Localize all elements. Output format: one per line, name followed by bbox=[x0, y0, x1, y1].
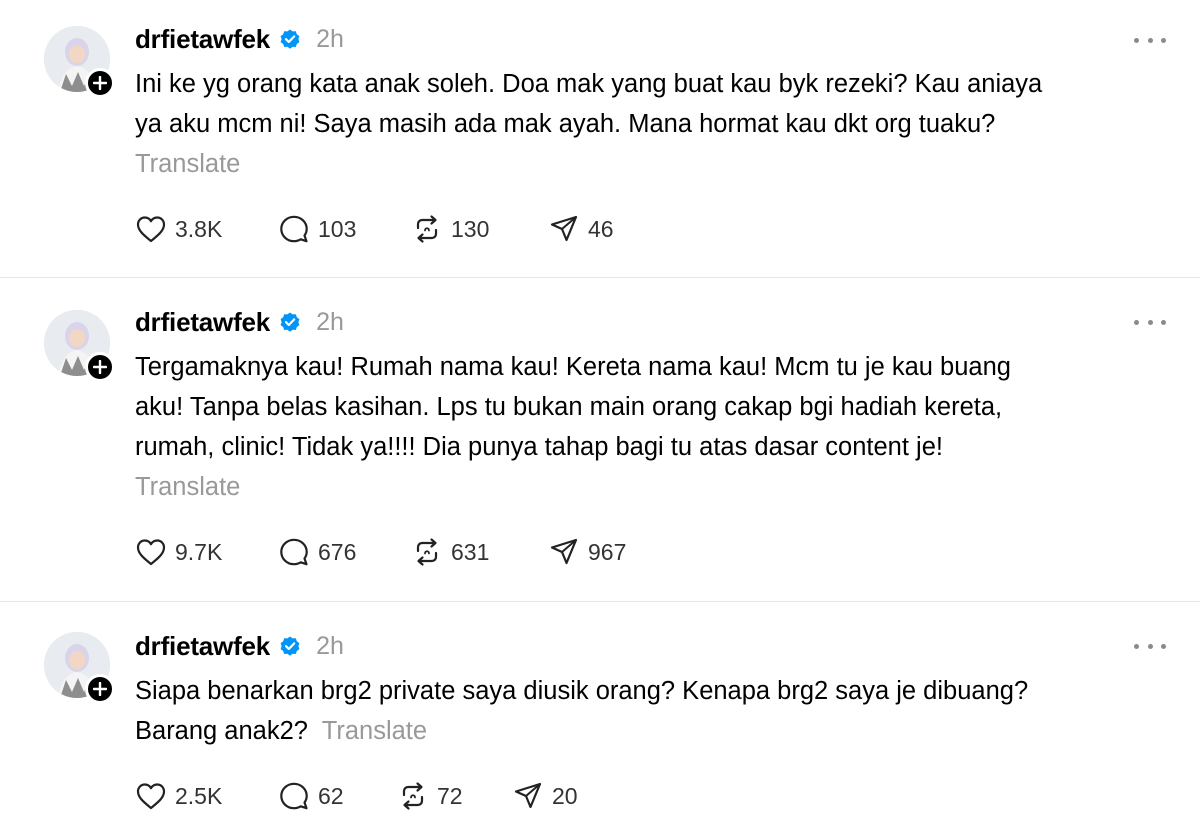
post-time: 2h bbox=[316, 631, 344, 660]
heart-icon bbox=[136, 783, 166, 810]
username[interactable]: drfietawfek bbox=[135, 631, 270, 662]
post-actions: 3.8K 103 130 46 bbox=[135, 212, 614, 246]
post-3[interactable]: drfietawfek 2h Siapa benarkan brg2 priva… bbox=[0, 602, 1200, 833]
verified-badge-icon bbox=[280, 636, 300, 656]
post-text-line: rumah, clinic! Tidak ya!!!! Dia punya ta… bbox=[135, 433, 943, 461]
post-text-line: Tergamaknya kau! Rumah nama kau! Kereta … bbox=[135, 353, 1011, 381]
share-button[interactable]: 46 bbox=[548, 212, 614, 246]
send-paper-plane-icon bbox=[550, 538, 578, 565]
follow-button[interactable] bbox=[85, 674, 115, 704]
avatar[interactable] bbox=[44, 26, 115, 98]
repost-count: 631 bbox=[451, 538, 490, 565]
follow-button[interactable] bbox=[85, 68, 115, 98]
username[interactable]: drfietawfek bbox=[135, 24, 270, 55]
comment-bubble-icon bbox=[280, 782, 308, 810]
post-text-line: aku! Tanpa belas kasihan. Lps tu bukan m… bbox=[135, 393, 1003, 421]
repost-arrows-icon bbox=[416, 538, 438, 566]
comment-bubble-icon bbox=[280, 215, 308, 243]
repost-arrows-icon bbox=[402, 782, 424, 810]
repost-arrows-icon bbox=[416, 215, 438, 243]
send-paper-plane-icon bbox=[514, 782, 542, 809]
post-text: Tergamaknya kau! Rumah nama kau! Kereta … bbox=[135, 347, 1175, 467]
more-dots-icon[interactable] bbox=[1134, 314, 1166, 330]
share-button[interactable]: 967 bbox=[548, 535, 626, 569]
post-header: drfietawfek 2h bbox=[135, 22, 344, 56]
plus-icon bbox=[93, 76, 107, 90]
more-dots-icon[interactable] bbox=[1134, 638, 1166, 654]
share-count: 967 bbox=[588, 538, 627, 565]
heart-icon bbox=[136, 216, 166, 243]
post-header: drfietawfek 2h bbox=[135, 305, 344, 339]
like-button[interactable]: 3.8K bbox=[135, 212, 278, 246]
username[interactable]: drfietawfek bbox=[135, 307, 270, 338]
post-1[interactable]: drfietawfek 2h Ini ke yg orang kata anak… bbox=[0, 0, 1200, 276]
post-2[interactable]: drfietawfek 2h Tergamaknya kau! Rumah na… bbox=[0, 278, 1200, 600]
threads-feed: drfietawfek 2h Ini ke yg orang kata anak… bbox=[0, 0, 1200, 833]
plus-icon bbox=[93, 682, 107, 696]
repost-button[interactable]: 631 bbox=[411, 535, 548, 569]
post-text-line: Barang anak2? Translate bbox=[135, 711, 1175, 751]
post-actions: 9.7K 676 631 967 bbox=[135, 535, 626, 569]
translate-link[interactable]: Translate bbox=[135, 467, 240, 507]
post-text: Ini ke yg orang kata anak soleh. Doa mak… bbox=[135, 64, 1175, 144]
verified-badge-icon bbox=[280, 312, 300, 332]
post-text-line: Siapa benarkan brg2 private saya diusik … bbox=[135, 677, 1029, 705]
repost-count: 72 bbox=[437, 782, 463, 809]
share-count: 46 bbox=[588, 215, 614, 242]
repost-count: 130 bbox=[451, 215, 490, 242]
share-count: 20 bbox=[552, 782, 578, 809]
reply-count: 62 bbox=[318, 782, 344, 809]
repost-button[interactable]: 72 bbox=[397, 779, 512, 813]
heart-icon bbox=[136, 539, 166, 566]
send-paper-plane-icon bbox=[550, 215, 578, 242]
post-text: Siapa benarkan brg2 private saya diusik … bbox=[135, 671, 1175, 751]
translate-link[interactable]: Translate bbox=[135, 144, 240, 184]
reply-button[interactable]: 103 bbox=[278, 212, 411, 246]
more-dots-icon[interactable] bbox=[1134, 32, 1166, 48]
comment-bubble-icon bbox=[280, 538, 308, 566]
post-header: drfietawfek 2h bbox=[135, 629, 344, 663]
like-count: 2.5K bbox=[175, 782, 223, 809]
repost-button[interactable]: 130 bbox=[411, 212, 548, 246]
reply-count: 676 bbox=[318, 538, 357, 565]
reply-button[interactable]: 676 bbox=[278, 535, 411, 569]
like-button[interactable]: 9.7K bbox=[135, 535, 278, 569]
avatar[interactable] bbox=[44, 310, 115, 382]
post-text-fragment: Barang anak2? bbox=[135, 717, 308, 745]
verified-badge-icon bbox=[280, 29, 300, 49]
avatar[interactable] bbox=[44, 632, 115, 704]
post-time: 2h bbox=[316, 307, 344, 336]
like-count: 9.7K bbox=[175, 538, 223, 565]
reply-button[interactable]: 62 bbox=[278, 779, 397, 813]
translate-link[interactable]: Translate bbox=[322, 717, 427, 745]
share-button[interactable]: 20 bbox=[512, 779, 578, 813]
post-actions: 2.5K 62 72 20 bbox=[135, 779, 578, 813]
like-button[interactable]: 2.5K bbox=[135, 779, 278, 813]
like-count: 3.8K bbox=[175, 215, 223, 242]
post-text-line: ya aku mcm ni! Saya masih ada mak ayah. … bbox=[135, 110, 996, 138]
plus-icon bbox=[93, 360, 107, 374]
follow-button[interactable] bbox=[85, 352, 115, 382]
post-time: 2h bbox=[316, 24, 344, 53]
post-text-line: Ini ke yg orang kata anak soleh. Doa mak… bbox=[135, 70, 1043, 98]
reply-count: 103 bbox=[318, 215, 357, 242]
